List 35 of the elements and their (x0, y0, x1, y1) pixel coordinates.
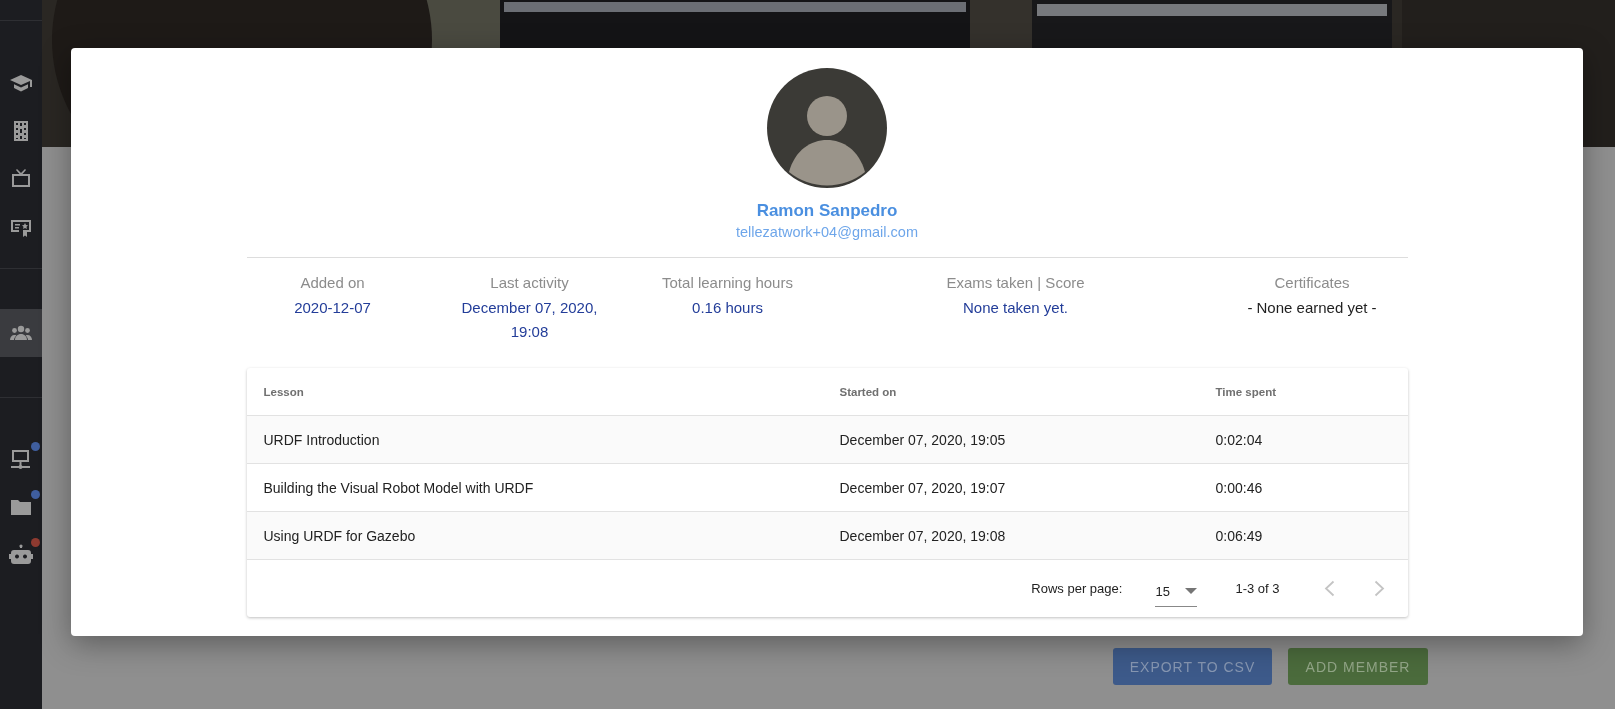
column-header: Time spent (1215, 385, 1277, 398)
stat-label: Last activity (490, 273, 569, 293)
column-header: Started on (839, 385, 898, 398)
caret-icon (1185, 588, 1198, 594)
stat-label: Total learning hours (662, 273, 793, 293)
table-cell-text: Building the Visual Robot Model with URDF (263, 479, 535, 496)
export-button[interactable]: EXPORT TO CSV (1113, 648, 1272, 685)
member-name: Ramon Sanpedro (756, 201, 898, 221)
table-cell-text: December 07, 2020, 19:07 (839, 479, 1007, 496)
stat-label: Certificates (1274, 273, 1350, 293)
page-range: 1-3 of 3 (1235, 581, 1280, 596)
stat-label: Added on (300, 273, 365, 293)
stat-value: 0.16 hours (692, 298, 763, 318)
stat-value: - None earned yet - (1247, 298, 1377, 318)
robot-icon (9, 543, 33, 567)
column-header: Lesson (263, 385, 305, 398)
rows-per-page-label: Rows per page: (1031, 581, 1123, 596)
member-email: tellezatwork+04@gmail.com (736, 224, 918, 240)
table-cell-text: December 07, 2020, 19:08 (839, 527, 1007, 544)
chevron-right-icon (1375, 581, 1384, 596)
stat-value: None taken yet. (962, 298, 1069, 318)
stat-value: December 07, 2020, 19:08 (460, 298, 599, 342)
add-member-button[interactable]: ADD MEMBER (1288, 648, 1428, 685)
table-cell-text: 0:00:46 (1215, 479, 1264, 496)
rows-per-page-select[interactable]: 15 (1155, 576, 1198, 607)
stat-label: Exams taken | Score (946, 273, 1085, 293)
sidebar-item[interactable] (0, 309, 42, 357)
table-cell-text: 0:02:04 (1215, 431, 1264, 448)
chevron-left-icon (1325, 581, 1334, 596)
table-cell-text: URDF Introduction (263, 431, 381, 448)
table-cell-text: December 07, 2020, 19:05 (839, 431, 1007, 448)
table-cell-text: Using URDF for Gazebo (263, 527, 417, 544)
stat-value: 2020-12-07 (294, 298, 371, 318)
network-computer-icon (9, 447, 33, 471)
table-cell-text: 0:06:49 (1215, 527, 1264, 544)
